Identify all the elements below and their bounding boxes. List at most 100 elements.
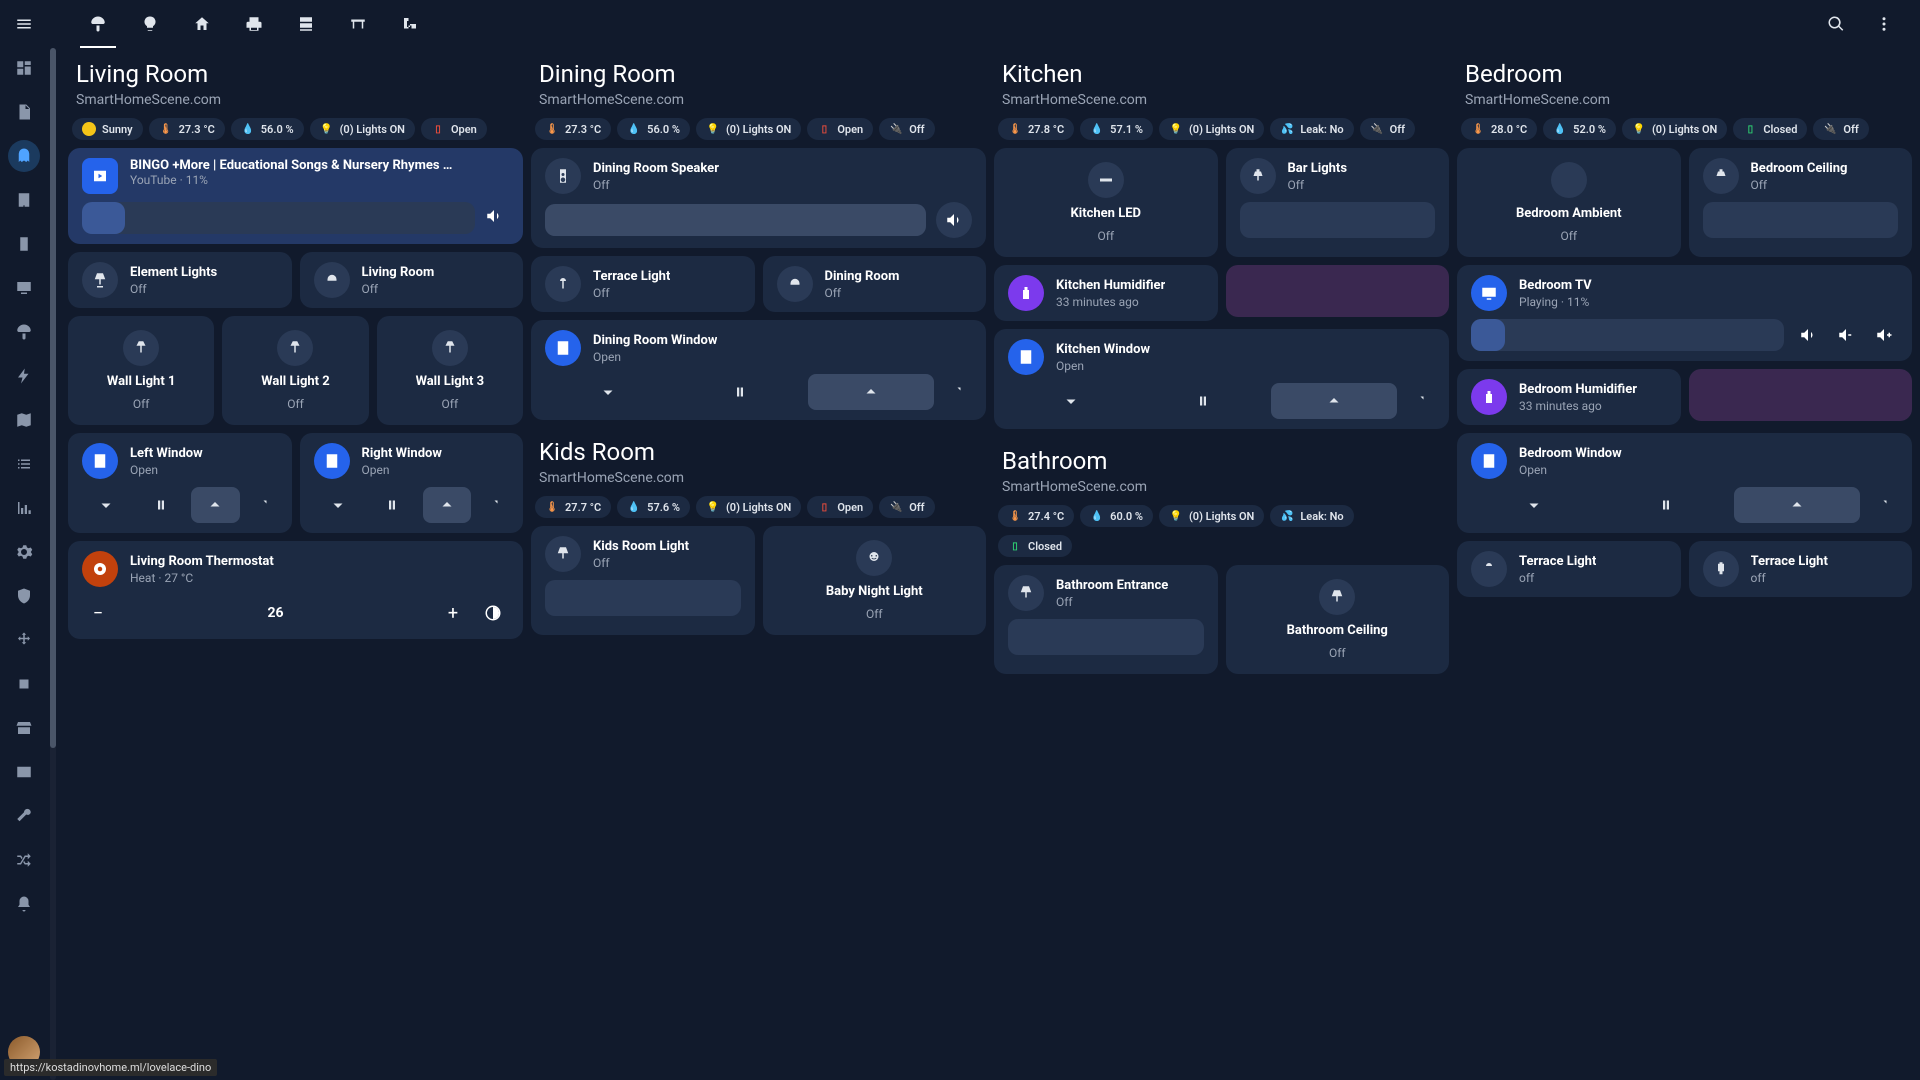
cover-down[interactable] — [1471, 487, 1597, 523]
side-chart[interactable] — [8, 492, 40, 524]
tab-pipe[interactable] — [384, 0, 436, 48]
bar-lights[interactable]: Bar LightsOff — [1226, 148, 1450, 257]
chip-door[interactable]: ▯Open — [421, 118, 487, 140]
cover-tilt[interactable] — [1866, 487, 1898, 523]
wall-light-2[interactable]: Wall Light 2Off — [222, 316, 368, 425]
chip-humidity[interactable]: 💧56.0 % — [231, 118, 304, 140]
bedroom-window[interactable]: Bedroom WindowOpen — [1457, 433, 1912, 533]
vol-down[interactable] — [1832, 321, 1860, 349]
brightness-slider[interactable] — [545, 580, 741, 616]
chip-temp[interactable]: 🌡28.0 °C — [1461, 118, 1537, 140]
chip-lights[interactable]: 💡(0) Lights ON — [310, 118, 415, 140]
side-device[interactable] — [8, 228, 40, 260]
side-bell[interactable] — [8, 888, 40, 920]
cover-tilt[interactable] — [477, 487, 509, 523]
chip-temp[interactable]: 🌡27.7 °C — [535, 496, 611, 518]
side-monitor[interactable] — [8, 272, 40, 304]
bathroom-entrance[interactable]: Bathroom EntranceOff — [994, 565, 1218, 674]
terrace-light[interactable]: Terrace LightOff — [531, 256, 755, 312]
cover-tilt[interactable] — [940, 374, 972, 410]
side-settings[interactable] — [8, 536, 40, 568]
cover-up[interactable] — [191, 487, 240, 523]
right-window[interactable]: Right WindowOpen — [300, 433, 524, 533]
cover-down[interactable] — [314, 487, 363, 523]
kitchen-humidifier[interactable]: Kitchen Humidifier33 minutes ago — [994, 265, 1218, 321]
bedroom-humidifier[interactable]: Bedroom Humidifier33 minutes ago — [1457, 369, 1681, 425]
chip-plug[interactable]: 🔌Off — [879, 496, 934, 518]
search-button[interactable] — [1816, 4, 1856, 44]
cover-up[interactable] — [1271, 383, 1397, 419]
baby-night-light[interactable]: Baby Night LightOff — [763, 526, 987, 635]
side-mushroom2[interactable] — [8, 316, 40, 348]
tab-server[interactable] — [280, 0, 332, 48]
light-element[interactable]: Element LightsOff — [68, 252, 292, 308]
humidifier-slider-card[interactable] — [1689, 369, 1913, 421]
left-window[interactable]: Left WindowOpen — [68, 433, 292, 533]
vol-up[interactable] — [1870, 321, 1898, 349]
temp-up[interactable]: + — [437, 597, 469, 629]
tab-print[interactable] — [228, 0, 280, 48]
terrace-light-1[interactable]: Terrace Lightoff — [1457, 541, 1681, 597]
menu-button[interactable] — [8, 8, 40, 40]
side-shield[interactable] — [8, 580, 40, 612]
side-energy[interactable] — [8, 360, 40, 392]
brightness-slider[interactable] — [1703, 202, 1899, 238]
kids-light[interactable]: Kids Room LightOff — [531, 526, 755, 635]
wall-light-1[interactable]: Wall Light 1Off — [68, 316, 214, 425]
volume-slider[interactable] — [82, 202, 475, 234]
side-page[interactable] — [8, 96, 40, 128]
humidifier-slider-card[interactable] — [1226, 265, 1450, 317]
chip-door[interactable]: ▯Open — [807, 496, 873, 518]
side-ghost[interactable] — [8, 140, 40, 172]
chip-door[interactable]: ▯Closed — [1733, 118, 1807, 140]
chip-lights[interactable]: 💡(0) Lights ON — [696, 496, 801, 518]
terrace-light-2[interactable]: Terrace Lightoff — [1689, 541, 1913, 597]
chip-plug[interactable]: 🔌Off — [879, 118, 934, 140]
side-arrows[interactable] — [8, 624, 40, 656]
side-dashboard[interactable] — [8, 52, 40, 84]
chip-humidity[interactable]: 💧57.6 % — [617, 496, 690, 518]
thermostat-mode[interactable] — [477, 597, 509, 629]
kitchen-window[interactable]: Kitchen WindowOpen — [994, 329, 1449, 429]
tab-home[interactable] — [176, 0, 228, 48]
volume-slider[interactable] — [545, 204, 926, 236]
chip-temp[interactable]: 🌡27.3 °C — [149, 118, 225, 140]
dining-speaker[interactable]: Dining Room SpeakerOff — [531, 148, 986, 248]
side-chip[interactable] — [8, 668, 40, 700]
chip-humidity[interactable]: 💧60.0 % — [1080, 505, 1153, 527]
volume-slider[interactable] — [1471, 319, 1784, 351]
cover-pause[interactable] — [368, 487, 417, 523]
chip-plug[interactable]: 🔌Off — [1813, 118, 1868, 140]
chip-leak[interactable]: 💦Leak: No — [1270, 118, 1353, 140]
chip-lights[interactable]: 💡(0) Lights ON — [1159, 118, 1264, 140]
volume-icon[interactable] — [936, 202, 972, 238]
brightness-slider[interactable] — [1008, 619, 1204, 655]
light-living-room[interactable]: Living RoomOff — [300, 252, 524, 308]
wall-light-3[interactable]: Wall Light 3Off — [377, 316, 523, 425]
side-shop[interactable] — [8, 712, 40, 744]
side-list[interactable] — [8, 448, 40, 480]
cover-down[interactable] — [1008, 383, 1134, 419]
volume-icon[interactable] — [1794, 321, 1822, 349]
chip-plug[interactable]: 🔌Off — [1360, 118, 1415, 140]
chip-humidity[interactable]: 💧57.1 % — [1080, 118, 1153, 140]
chip-door[interactable]: ▯Closed — [998, 535, 1072, 557]
cover-down[interactable] — [82, 487, 131, 523]
thermostat-living[interactable]: Living Room ThermostatHeat · 27 °C − 26 … — [68, 541, 523, 639]
chip-temp[interactable]: 🌡27.4 °C — [998, 505, 1074, 527]
tab-lights[interactable] — [124, 0, 176, 48]
volume-icon[interactable] — [485, 207, 509, 229]
bedroom-ceiling[interactable]: Bedroom CeilingOff — [1689, 148, 1913, 257]
chip-weather[interactable]: Sunny — [72, 118, 143, 140]
media-player-living[interactable]: BINGO +More | Educational Songs & Nurser… — [68, 148, 523, 244]
chip-lights[interactable]: 💡(0) Lights ON — [1159, 505, 1264, 527]
bedroom-tv[interactable]: Bedroom TVPlaying · 11% — [1457, 265, 1912, 361]
brightness-slider[interactable] — [1240, 202, 1436, 238]
cover-tilt[interactable] — [1403, 383, 1435, 419]
chip-temp[interactable]: 🌡27.3 °C — [535, 118, 611, 140]
chip-door[interactable]: ▯Open — [807, 118, 873, 140]
side-panel[interactable] — [8, 756, 40, 788]
chip-lights[interactable]: 💡(0) Lights ON — [1622, 118, 1727, 140]
side-tablet[interactable] — [8, 184, 40, 216]
tab-mushroom[interactable] — [72, 0, 124, 48]
